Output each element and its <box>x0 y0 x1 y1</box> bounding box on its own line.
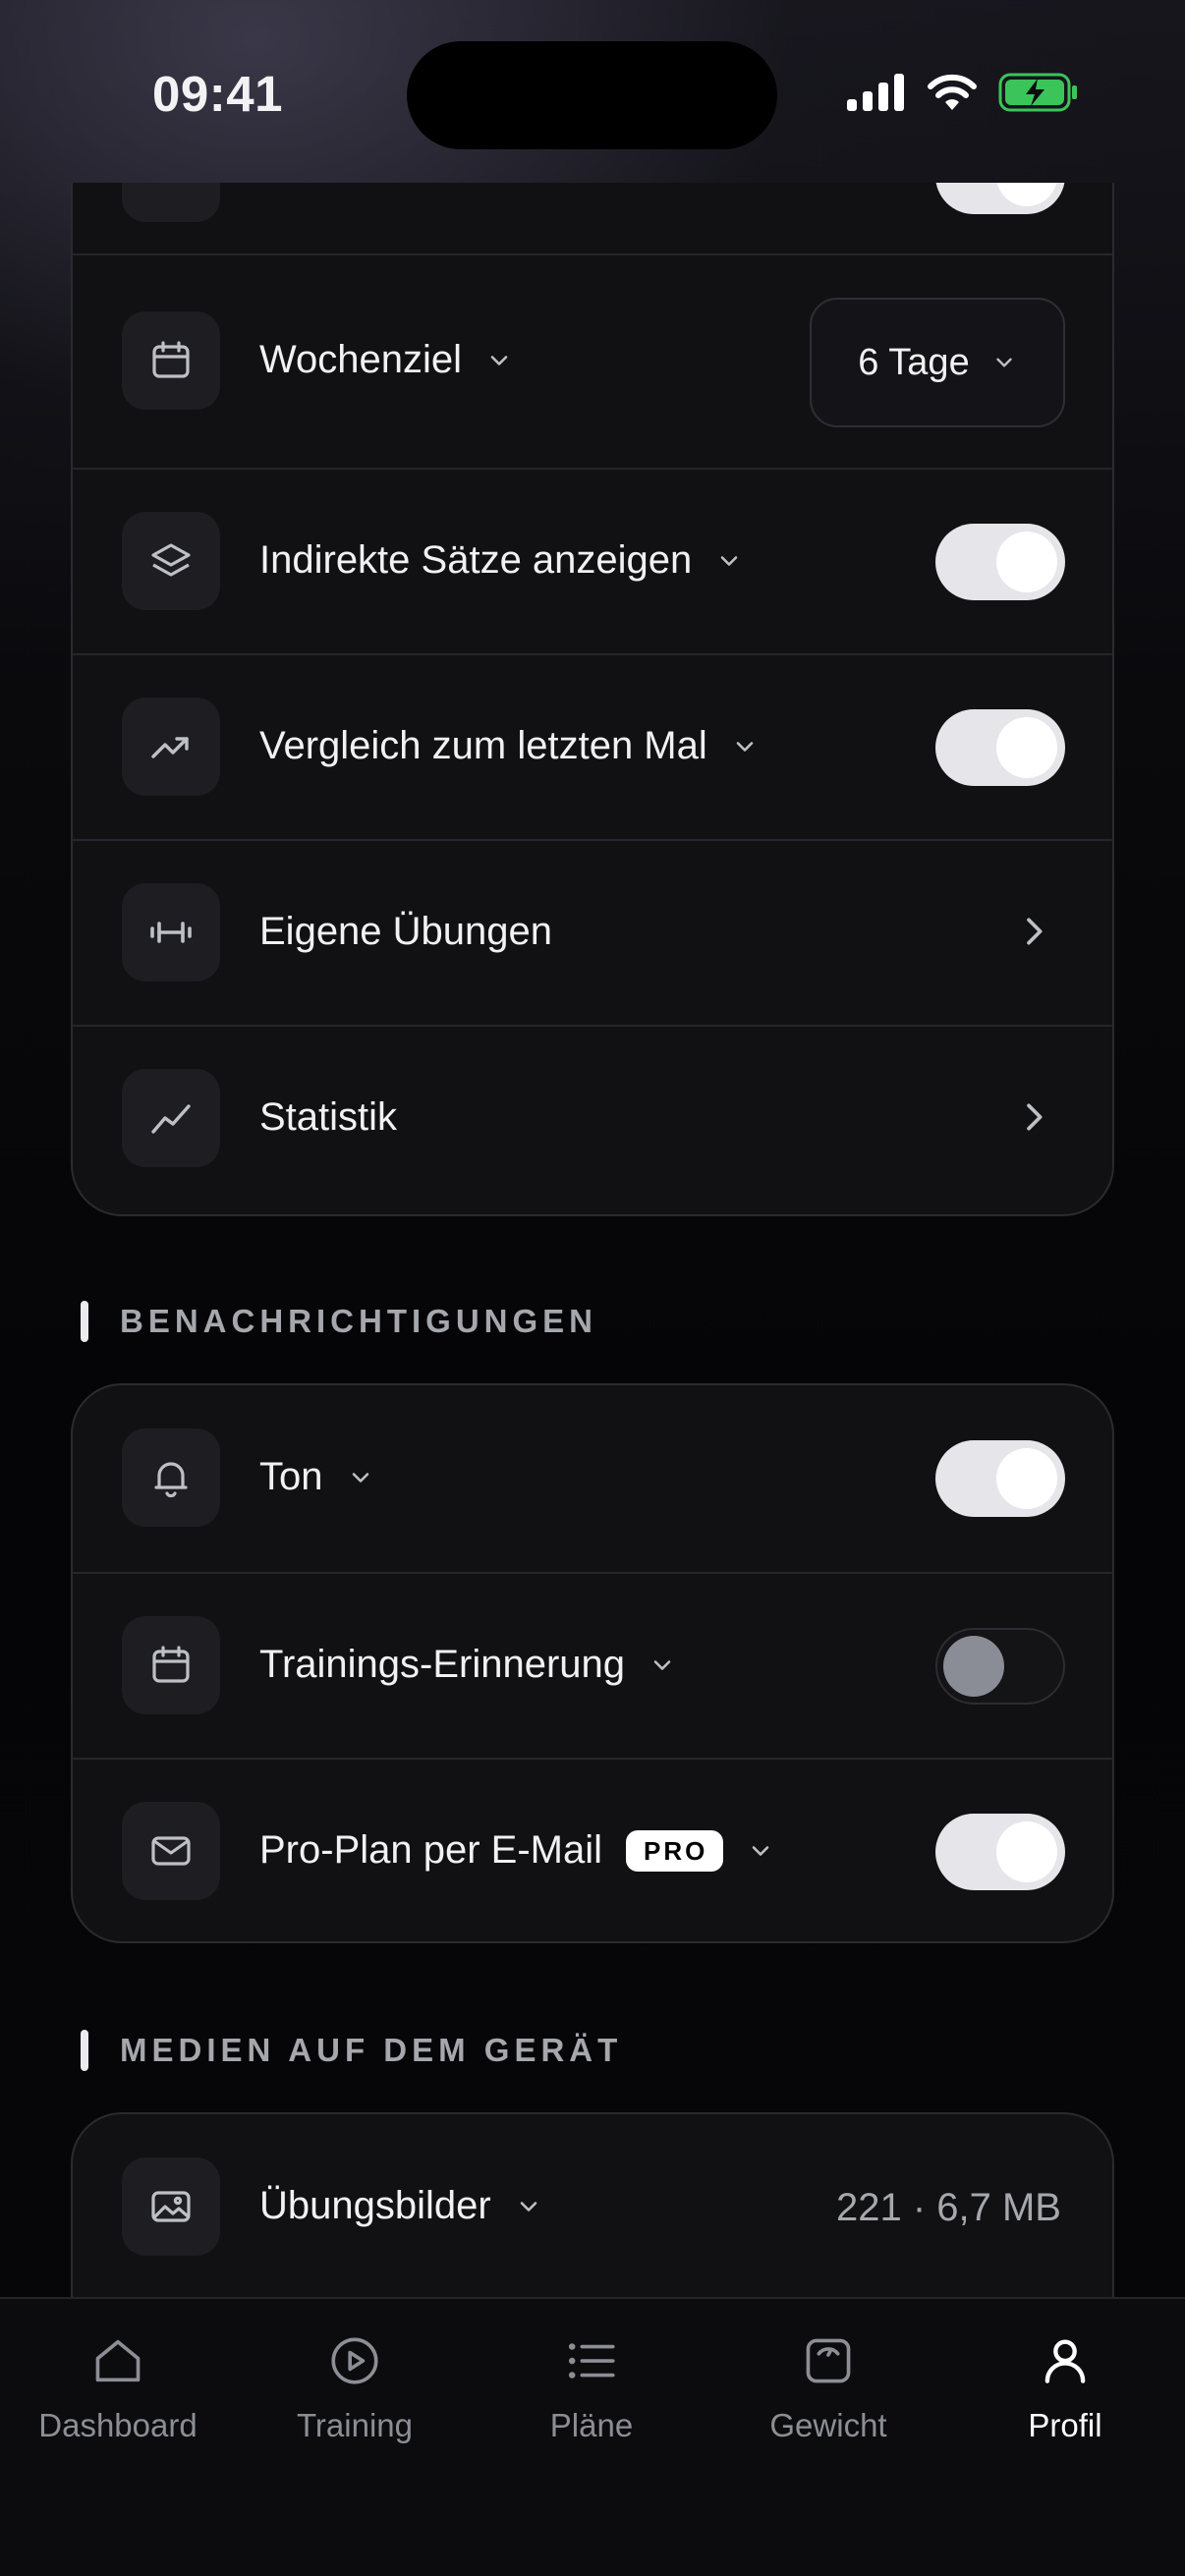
settings-row-statistik[interactable]: Statistik <box>73 1025 1112 1214</box>
chevron-right-icon <box>1027 918 1043 945</box>
indirekte-saetze-label[interactable]: Indirekte Sätze anzeigen <box>259 538 743 583</box>
eigene-uebungen-label: Eigene Übungen <box>259 910 553 953</box>
cellular-signal-icon <box>847 74 906 116</box>
chevron-down-icon <box>721 555 738 566</box>
tab-training[interactable]: Training <box>237 2332 473 2444</box>
app-screen: 09:41 Wochenziel 6 Tage Indirekte Sätze … <box>0 0 1185 2576</box>
bell-icon <box>154 1462 188 1498</box>
wochenziel-label[interactable]: Wochenziel <box>259 338 513 382</box>
pro-badge: PRO <box>626 1829 724 1872</box>
calendar-icon <box>152 341 190 378</box>
tab-gewicht[interactable]: Gewicht <box>710 2332 946 2444</box>
pro-plan-email-toggle[interactable] <box>935 1814 1065 1890</box>
dumbbell-icon-box <box>122 883 220 981</box>
trending-up-icon <box>151 737 189 758</box>
ton-toggle[interactable] <box>935 1440 1065 1517</box>
partial-row-icon-box <box>122 183 220 222</box>
layers-icon <box>151 543 191 577</box>
partial-row-toggle[interactable] <box>935 183 1065 214</box>
tab-plaene[interactable]: Pläne <box>474 2332 709 2444</box>
chevron-down-icon <box>736 741 754 752</box>
trainings-erinnerung-label[interactable]: Trainings-Erinnerung <box>259 1643 676 1687</box>
section-accent-bar <box>81 1301 88 1342</box>
chevron-down-icon <box>352 1472 368 1483</box>
chevron-down-icon <box>996 358 1012 367</box>
image-icon-box <box>122 2157 220 2256</box>
wochenziel-select[interactable]: 6 Tage <box>810 298 1065 427</box>
ton-label[interactable]: Ton <box>259 1455 374 1499</box>
chevron-down-icon <box>653 1659 671 1670</box>
settings-row-indirekte-saetze[interactable]: Indirekte Sätze anzeigen <box>73 468 1112 653</box>
play-circle-icon <box>331 2337 378 2384</box>
settings-row-eigene-uebungen[interactable]: Eigene Übungen <box>73 839 1112 1025</box>
uebungsbilder-label[interactable]: Übungsbilder <box>259 2184 542 2228</box>
settings-card: Wochenziel 6 Tage Indirekte Sätze anzeig… <box>71 183 1114 1216</box>
calendar-icon <box>152 1646 190 1683</box>
image-icon <box>151 2191 191 2222</box>
dynamic-island <box>407 41 777 149</box>
statistik-label: Statistik <box>259 1095 398 1139</box>
home-icon <box>95 2339 141 2382</box>
chevron-down-icon <box>753 1845 769 1856</box>
layers-icon-box <box>122 512 220 610</box>
tab-profil[interactable]: Profil <box>947 2332 1183 2444</box>
tab-bar: Dashboard Training Pläne Gewicht Profil <box>0 2297 1185 2576</box>
vergleich-label[interactable]: Vergleich zum letzten Mal <box>259 724 759 768</box>
pro-plan-email-label[interactable]: Pro-Plan per E-Mail PRO <box>259 1828 774 1873</box>
uebungsbilder-value: 221 · 6,7 MB <box>835 2186 1061 2229</box>
wifi-icon <box>926 73 979 117</box>
status-icons <box>847 73 1079 117</box>
scale-icon <box>806 2338 851 2383</box>
section-header-notifications: BENACHRICHTIGUNGEN <box>81 1301 597 1342</box>
trainings-erinnerung-toggle[interactable] <box>935 1628 1065 1705</box>
chevron-right-icon <box>1027 1103 1043 1131</box>
dumbbell-icon <box>150 922 192 943</box>
status-time: 09:41 <box>152 66 283 122</box>
mail-icon <box>151 1836 191 1866</box>
settings-row-vergleich[interactable]: Vergleich zum letzten Mal <box>73 653 1112 839</box>
user-icon <box>1044 2339 1086 2383</box>
calendar-icon-box <box>122 1616 220 1714</box>
chart-line-icon <box>151 1104 191 1134</box>
chevron-down-icon <box>520 2201 536 2212</box>
chart-line-icon-box <box>122 1069 220 1167</box>
notification-row-ton[interactable]: Ton <box>73 1385 1112 1572</box>
indirekte-saetze-toggle[interactable] <box>935 524 1065 600</box>
notification-row-pro-plan-email[interactable]: Pro-Plan per E-Mail PRO <box>73 1758 1112 1941</box>
media-row-uebungsbilder[interactable]: Übungsbilder 221 · 6,7 MB <box>73 2114 1112 2301</box>
settings-row-wochenziel[interactable]: Wochenziel 6 Tage <box>73 253 1112 468</box>
bell-icon-box <box>122 1428 220 1527</box>
calendar-icon-box <box>122 311 220 410</box>
battery-charging-icon <box>998 73 1079 117</box>
section-accent-bar <box>81 2030 88 2071</box>
mail-icon-box <box>122 1802 220 1900</box>
tab-dashboard[interactable]: Dashboard <box>0 2332 236 2444</box>
list-icon <box>568 2343 615 2379</box>
notification-row-trainings-erinnerung[interactable]: Trainings-Erinnerung <box>73 1572 1112 1758</box>
notifications-card: Ton Trainings-Erinnerung Pro-Plan per E-… <box>71 1383 1114 1943</box>
section-header-media: MEDIEN AUF DEM GERÄT <box>81 2030 622 2071</box>
chevron-down-icon <box>490 355 508 365</box>
trending-up-icon-box <box>122 698 220 796</box>
vergleich-toggle[interactable] <box>935 709 1065 786</box>
